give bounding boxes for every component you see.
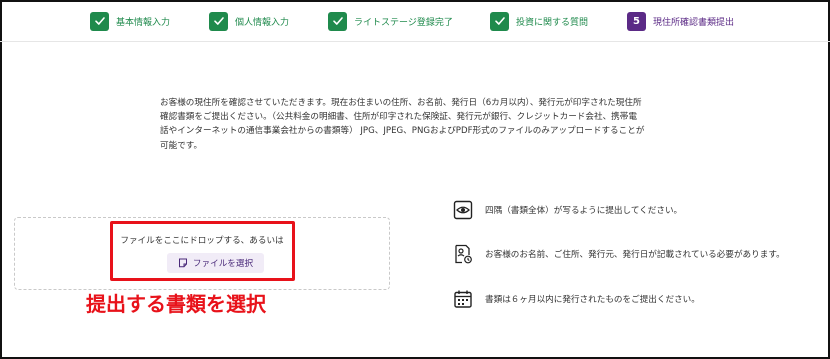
- check-icon: [209, 11, 228, 31]
- step-label: 投資に関する質問: [516, 17, 589, 28]
- requirement-text: お客様のお名前、ご住所、発行元、発行日が記載されている必要があります。: [485, 250, 785, 260]
- requirement-item: 四隅（書類全体）が写るように提出してください。: [452, 199, 682, 221]
- calendar-icon: [452, 288, 474, 310]
- step-address-documents: 5 現住所確認書類提出: [627, 11, 734, 31]
- requirement-item: 書類は６ヶ月以内に発行されたものをご提出ください。: [452, 288, 700, 310]
- step-personal-info: 個人情報入力: [209, 11, 289, 31]
- check-icon: [90, 11, 109, 31]
- instructions-line: お客様の現住所を確認させていただきます。現在お住まいの住所、お名前、発行日（6カ…: [160, 98, 642, 108]
- check-icon: [328, 11, 347, 31]
- step-label: 個人情報入力: [235, 17, 290, 28]
- step-number-badge: 5: [627, 11, 646, 31]
- instructions-line: 確認書類をご提出ください。（公共料金の明細書、住所が印字された保険証、発行元が銀…: [160, 112, 637, 123]
- requirement-item: お客様のお名前、ご住所、発行元、発行日が記載されている必要があります。: [452, 243, 785, 265]
- instructions-line: 話やインターネットの通信事業会社からの書類等） JPG、JPEG、PNGおよびP…: [160, 126, 645, 137]
- progress-stepper: 基本情報入力 個人情報入力 ライトステージ登録完了 投資に関する質問 5 現住所…: [0, 0, 830, 42]
- eye-icon: [452, 199, 474, 221]
- step-lite-stage: ライトステージ登録完了: [328, 11, 453, 31]
- instructions-line: 可能です。: [160, 140, 203, 151]
- requirement-text: 書類は６ヶ月以内に発行されたものをご提出ください。: [485, 295, 700, 305]
- document-person-icon: [452, 243, 474, 265]
- step-label: ライトステージ登録完了: [354, 17, 453, 28]
- step-investment-questions: 投資に関する質問: [490, 11, 588, 31]
- check-icon: [490, 11, 509, 31]
- instructions-text: お客様の現住所を確認させていただきます。現在お住まいの住所、お名前、発行日（6カ…: [160, 96, 670, 153]
- requirement-text: 四隅（書類全体）が写るように提出してください。: [485, 206, 683, 216]
- annotation-label: 提出する書類を選択: [86, 292, 266, 316]
- step-label: 現住所確認書類提出: [653, 17, 735, 28]
- step-label: 基本情報入力: [116, 17, 171, 28]
- annotation-highlight-box: [110, 221, 295, 281]
- step-basic-info: 基本情報入力: [90, 11, 170, 31]
